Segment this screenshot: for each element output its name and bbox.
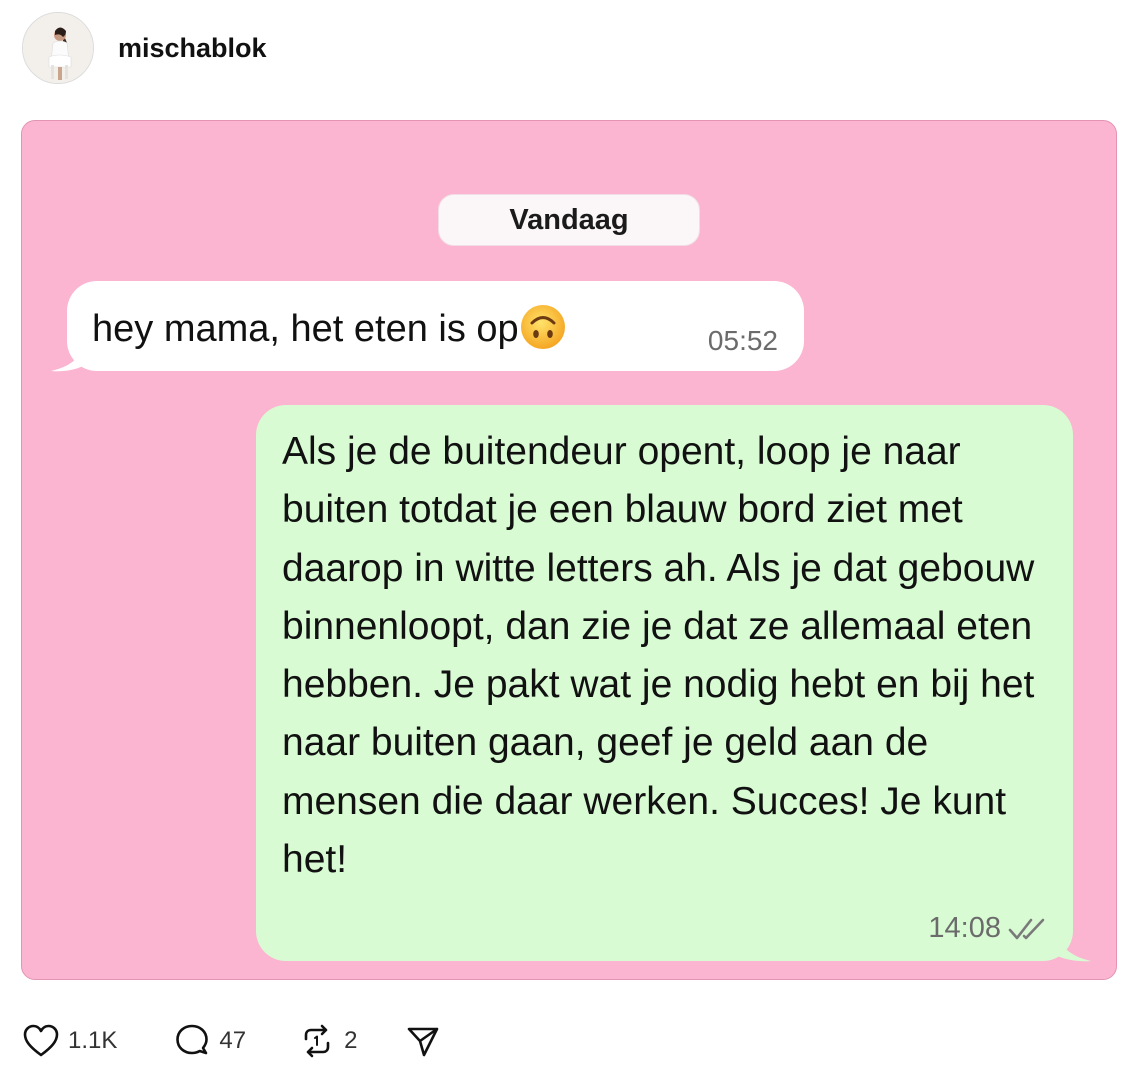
bubble-tail-right [1057,932,1091,962]
upside-down-face-icon [520,305,565,349]
incoming-message: hey mama, het eten is op [92,303,567,351]
send-icon [408,1027,439,1057]
share-button[interactable] [405,1023,441,1059]
like-count: 1.1K [68,1027,118,1054]
incoming-message-time: 05:52 [707,325,778,356]
post-header: mischablok [22,12,267,84]
outgoing-message-bubble: Als je de buitendeur opent, loop je naar… [256,405,1091,962]
comment-icon [176,1024,209,1055]
post-actions: 1.1K 47 2 [22,1020,441,1062]
outgoing-message-time: 14:08 [928,912,1001,944]
like-button[interactable]: 1.1K [22,1023,117,1059]
username[interactable]: mischablok [118,33,267,64]
outgoing-message-text: Als je de buitendeur opent, loop je naar… [282,430,1035,882]
bubble-tail-left [51,344,83,372]
date-separator: Vandaag [438,194,700,246]
avatar[interactable] [22,12,94,84]
outgoing-message-meta: 14:08 [928,912,1047,945]
comment-button[interactable]: 47 [173,1023,246,1059]
repost-count: 2 [344,1027,358,1054]
avatar-image [23,13,93,83]
incoming-message-bubble: hey mama, het eten is op 05:52 [51,281,804,372]
comment-count: 47 [219,1027,247,1054]
heart-icon [23,1024,59,1057]
repost-icon [304,1024,330,1058]
double-check-icon [1008,918,1045,939]
repost-button[interactable]: 2 [298,1023,357,1059]
chat-screenshot: Vandaag hey mama, het eten is op 05:52 A… [21,120,1117,980]
incoming-message-text: hey mama, het eten is op [92,308,519,350]
